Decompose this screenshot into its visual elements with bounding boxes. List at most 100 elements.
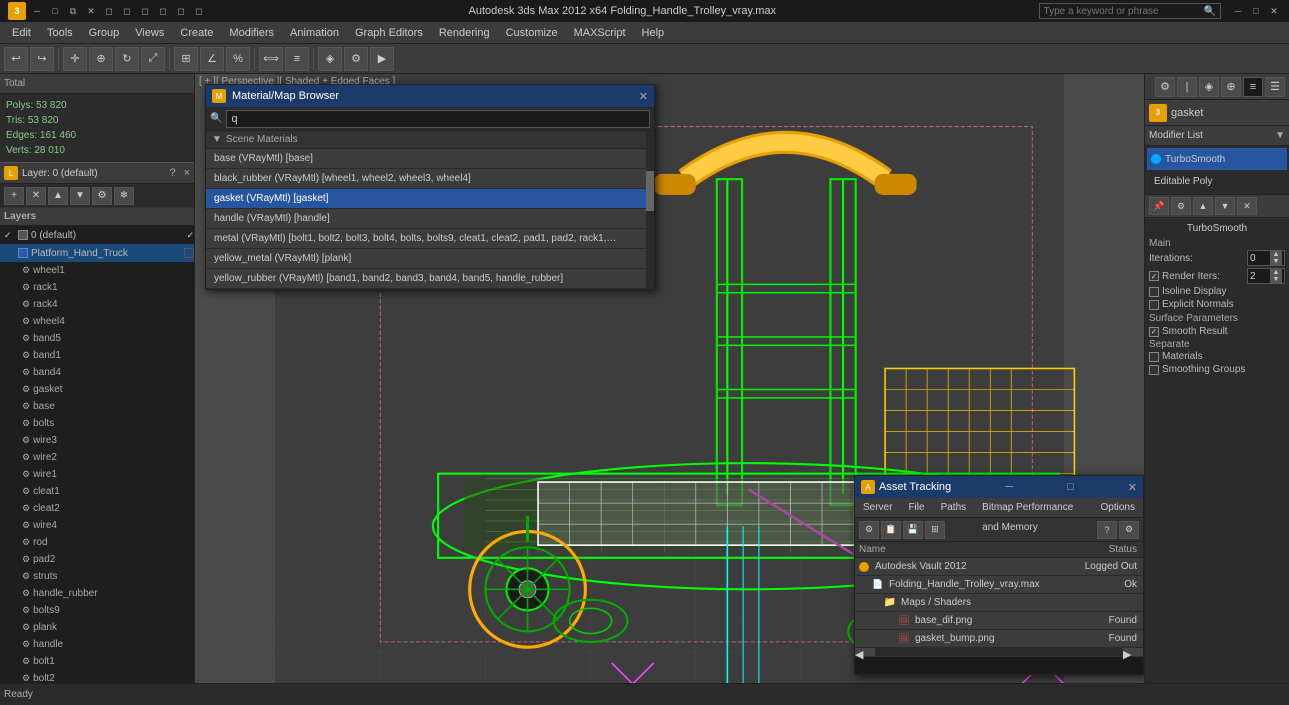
menu-edit[interactable]: Edit [4, 22, 39, 44]
smoothing-groups-checkbox[interactable] [1149, 365, 1159, 375]
menu-help[interactable]: Help [634, 22, 673, 44]
layer-sub-wheel4[interactable]: ⚙wheel4 [0, 313, 194, 330]
layer-sub-gasket[interactable]: ⚙gasket [0, 381, 194, 398]
material-editor-icon[interactable]: ◈ [318, 47, 342, 71]
iterations-spinner[interactable]: ▲ ▼ [1270, 251, 1282, 265]
layer-help-button[interactable]: ? [169, 167, 175, 179]
right-tb-5[interactable]: ≡ [1243, 77, 1263, 97]
right-tb-4[interactable]: ⊕ [1221, 77, 1241, 97]
right-tb-3[interactable]: ◈ [1199, 77, 1219, 97]
layer-settings-button[interactable]: ⚙ [92, 187, 112, 205]
mat-dialog-close[interactable]: ✕ [639, 90, 648, 103]
asset-row-vault[interactable]: Autodesk Vault 2012 Logged Out [855, 558, 1143, 576]
asset-menu-options[interactable]: Options [1093, 498, 1143, 518]
modifier-list-dropdown[interactable]: ▼ [1275, 130, 1285, 141]
menu-views[interactable]: Views [127, 22, 172, 44]
menu-modifiers[interactable]: Modifiers [221, 22, 282, 44]
render-iters-checkbox[interactable] [1149, 271, 1159, 281]
asset-scroll-right[interactable]: ▶ [1123, 648, 1143, 656]
menu-graph-editors[interactable]: Graph Editors [347, 22, 431, 44]
asset-scrollbar-track[interactable] [875, 648, 1123, 656]
layer-new-button[interactable]: + [4, 187, 24, 205]
tb-icon2[interactable]: ◻ [120, 4, 134, 18]
layer-sub-wire1[interactable]: ⚙wire1 [0, 466, 194, 483]
mat-row-gasket[interactable]: gasket (VRayMtl) [gasket] [206, 189, 646, 209]
center-viewport[interactable]: [ + ][ Perspective ][ Shaded + Edged Fac… [195, 74, 1144, 705]
iterations-spinbox[interactable]: 0 ▲ ▼ [1247, 250, 1285, 266]
layer-sub-bolts9[interactable]: ⚙bolts9 [0, 602, 194, 619]
mod-btn-pin[interactable]: 📌 [1149, 197, 1169, 215]
asset-btn-1[interactable]: ⚙ [859, 521, 879, 539]
asset-row-maps[interactable]: 📁 Maps / Shaders [855, 594, 1143, 612]
mat-row-black-rubber[interactable]: black_rubber (VRayMtl) [wheel1, wheel2, … [206, 169, 646, 189]
restore-icon[interactable]: ⧉ [66, 4, 80, 18]
modifier-editable-poly[interactable]: Editable Poly [1147, 170, 1287, 192]
materials-checkbox[interactable] [1149, 352, 1159, 362]
menu-maxscript[interactable]: MAXScript [566, 22, 634, 44]
menu-rendering[interactable]: Rendering [431, 22, 498, 44]
layer-sub-base[interactable]: ⚙base [0, 398, 194, 415]
tb-icon5[interactable]: ◻ [174, 4, 188, 18]
asset-row-gasket-bump[interactable]: 🖼 gasket_bump.png Found [855, 630, 1143, 648]
snap-icon[interactable]: ⊞ [174, 47, 198, 71]
modifier-turbosmooth[interactable]: TurboSmooth [1147, 148, 1287, 170]
asset-row-maxfile[interactable]: 📄 Folding_Handle_Trolley_vray.max Ok [855, 576, 1143, 594]
layer-sub-rack1[interactable]: ⚙rack1 [0, 279, 194, 296]
mat-row-handle[interactable]: handle (VRayMtl) [handle] [206, 209, 646, 229]
layer-freeze-button[interactable]: ❄ [114, 187, 134, 205]
right-tb-1[interactable]: ⚙ [1155, 77, 1175, 97]
iterations-up[interactable]: ▲ [1270, 251, 1282, 258]
tb-icon4[interactable]: ◻ [156, 4, 170, 18]
render-icon[interactable]: ▶ [370, 47, 394, 71]
menu-group[interactable]: Group [81, 22, 128, 44]
mat-scrollbar[interactable] [646, 131, 654, 289]
layer-move-down-button[interactable]: ▼ [70, 187, 90, 205]
scale-icon[interactable]: ⤢ [141, 47, 165, 71]
menu-tools[interactable]: Tools [39, 22, 81, 44]
rotate-icon[interactable]: ↻ [115, 47, 139, 71]
asset-tracking-maximize[interactable]: □ [1067, 481, 1074, 493]
render-iters-spinbox[interactable]: 2 ▲ ▼ [1247, 268, 1285, 284]
angle-snap-icon[interactable]: ∠ [200, 47, 224, 71]
asset-settings-btn[interactable]: ⚙ [1119, 521, 1139, 539]
layer-sub-plank[interactable]: ⚙plank [0, 619, 194, 636]
close-icon-tb[interactable]: ✕ [84, 4, 98, 18]
isoline-checkbox[interactable] [1149, 287, 1159, 297]
mat-row-metal[interactable]: metal (VRayMtl) [bolt1, bolt2, bolt3, bo… [206, 229, 646, 249]
layer-sub-rod[interactable]: ⚙rod [0, 534, 194, 551]
layer-sub-rack4[interactable]: ⚙rack4 [0, 296, 194, 313]
layer-sub-handle[interactable]: ⚙handle [0, 636, 194, 653]
menu-create[interactable]: Create [172, 22, 221, 44]
tb-icon6[interactable]: ◻ [192, 4, 206, 18]
iterations-down[interactable]: ▼ [1270, 258, 1282, 265]
asset-btn-3[interactable]: 💾 [903, 521, 923, 539]
layer-move-up-button[interactable]: ▲ [48, 187, 68, 205]
asset-menu-server[interactable]: Server [855, 498, 900, 518]
layers-list[interactable]: ✓ 0 (default) ✓ Platform_Hand_Truck ⚙whe… [0, 226, 194, 697]
smooth-result-checkbox[interactable] [1149, 327, 1159, 337]
render-iters-down[interactable]: ▼ [1270, 276, 1282, 283]
explicit-normals-checkbox[interactable] [1149, 300, 1159, 310]
layer-sub-pad2[interactable]: ⚙pad2 [0, 551, 194, 568]
asset-row-base-dif[interactable]: 🖼 base_dif.png Found [855, 612, 1143, 630]
mat-scrollbar-thumb[interactable] [646, 171, 654, 211]
layer-sub-cleat1[interactable]: ⚙cleat1 [0, 483, 194, 500]
layer-sub-handle-rubber[interactable]: ⚙handle_rubber [0, 585, 194, 602]
asset-menu-bitmap[interactable]: Bitmap Performance and Memory [974, 498, 1092, 518]
tb-icon3[interactable]: ◻ [138, 4, 152, 18]
layer-sub-bolt1[interactable]: ⚙bolt1 [0, 653, 194, 670]
menu-customize[interactable]: Customize [498, 22, 566, 44]
mat-row-yellow-rubber[interactable]: yellow_rubber (VRayMtl) [band1, band2, b… [206, 269, 646, 289]
menu-animation[interactable]: Animation [282, 22, 347, 44]
layer-delete-button[interactable]: ✕ [26, 187, 46, 205]
render-iters-spinner[interactable]: ▲ ▼ [1270, 269, 1282, 283]
layer-sub-band1[interactable]: ⚙band1 [0, 347, 194, 364]
mod-btn-move-up[interactable]: ▲ [1193, 197, 1213, 215]
right-tb-6[interactable]: ☰ [1265, 77, 1285, 97]
layer-sub-wire2[interactable]: ⚙wire2 [0, 449, 194, 466]
search-bar[interactable]: 🔍 [1039, 3, 1221, 19]
asset-btn-4[interactable]: ⊞ [925, 521, 945, 539]
asset-menu-file[interactable]: File [900, 498, 932, 518]
asset-tracking-minimize[interactable]: ─ [1005, 481, 1013, 493]
win-minimize-icon[interactable]: ─ [1231, 4, 1245, 18]
